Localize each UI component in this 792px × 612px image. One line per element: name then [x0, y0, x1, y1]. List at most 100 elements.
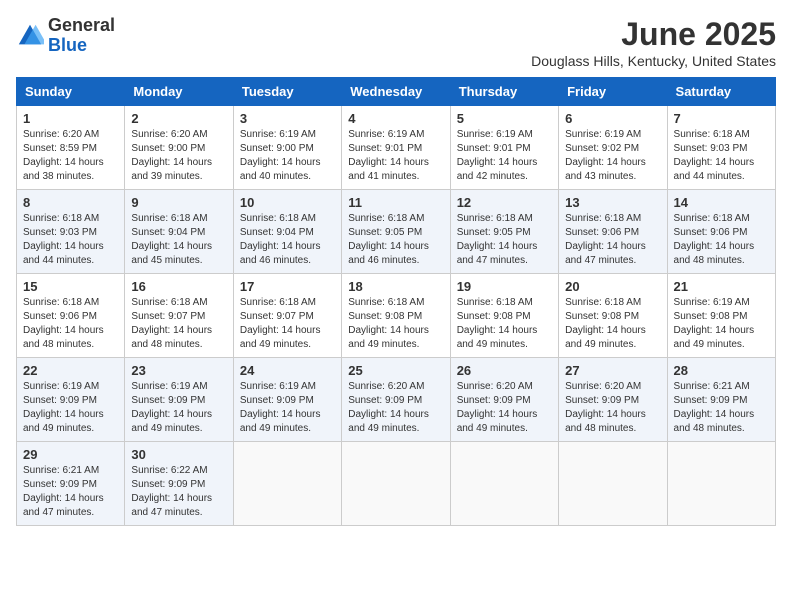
calendar-cell: 15 Sunrise: 6:18 AM Sunset: 9:06 PM Dayli… [17, 274, 125, 358]
day-number: 26 [457, 363, 552, 378]
day-number: 25 [348, 363, 443, 378]
calendar-cell: 17 Sunrise: 6:18 AM Sunset: 9:07 PM Dayli… [233, 274, 341, 358]
calendar-cell: 18Sunrise: 6:18 AM Sunset: 9:08 PM Dayli… [342, 274, 450, 358]
day-number: 8 [23, 195, 118, 210]
day-info: Sunrise: 6:19 AM Sunset: 9:08 PM Dayligh… [674, 296, 769, 352]
day-info: Sunrise: 6:18 AM Sunset: 9:07 PM Dayligh… [131, 296, 226, 352]
day-info: Sunrise: 6:20 AM Sunset: 9:09 PM Dayligh… [565, 380, 660, 436]
day-number: 27 [565, 363, 660, 378]
day-info: Sunrise: 6:20 AM Sunset: 9:00 PM Dayligh… [131, 128, 226, 184]
day-number: 5 [457, 111, 552, 126]
day-info: Sunrise: 6:18 AM Sunset: 9:03 PM Dayligh… [23, 212, 118, 268]
calendar-cell: 6 Sunrise: 6:19 AM Sunset: 9:02 PM Daylig… [559, 106, 667, 190]
day-number: 7 [674, 111, 769, 126]
calendar-cell: 23 Sunrise: 6:19 AM Sunset: 9:09 PM Dayli… [125, 358, 233, 442]
calendar-cell: 5 Sunrise: 6:19 AM Sunset: 9:01 PM Daylig… [450, 106, 558, 190]
calendar-cell: 2 Sunrise: 6:20 AM Sunset: 9:00 PM Daylig… [125, 106, 233, 190]
calendar-cell: 12 Sunrise: 6:18 AM Sunset: 9:05 PM Dayli… [450, 190, 558, 274]
calendar-cell: 19 Sunrise: 6:18 AM Sunset: 9:08 PM Dayli… [450, 274, 558, 358]
day-info: Sunrise: 6:19 AM Sunset: 9:09 PM Dayligh… [240, 380, 335, 436]
day-number: 30 [131, 447, 226, 462]
day-number: 9 [131, 195, 226, 210]
logo-text: General Blue [48, 16, 115, 56]
calendar-cell: 21Sunrise: 6:19 AM Sunset: 9:08 PM Dayli… [667, 274, 775, 358]
logo: General Blue [16, 16, 115, 56]
day-info: Sunrise: 6:20 AM Sunset: 9:09 PM Dayligh… [348, 380, 443, 436]
calendar-cell [667, 442, 775, 526]
calendar-cell: 26 Sunrise: 6:20 AM Sunset: 9:09 PM Dayli… [450, 358, 558, 442]
day-info: Sunrise: 6:18 AM Sunset: 9:06 PM Dayligh… [674, 212, 769, 268]
calendar-cell: 22 Sunrise: 6:19 AM Sunset: 9:09 PM Dayli… [17, 358, 125, 442]
day-number: 28 [674, 363, 769, 378]
calendar-cell [233, 442, 341, 526]
calendar-table: SundayMondayTuesdayWednesdayThursdayFrid… [16, 77, 776, 526]
day-info: Sunrise: 6:18 AM Sunset: 9:03 PM Dayligh… [674, 128, 769, 184]
day-info: Sunrise: 6:22 AM Sunset: 9:09 PM Dayligh… [131, 464, 226, 520]
day-of-week-header: Thursday [450, 78, 558, 106]
day-info: Sunrise: 6:18 AM Sunset: 9:06 PM Dayligh… [565, 212, 660, 268]
day-of-week-header: Tuesday [233, 78, 341, 106]
day-number: 1 [23, 111, 118, 126]
calendar-cell: 13 Sunrise: 6:18 AM Sunset: 9:06 PM Dayli… [559, 190, 667, 274]
day-number: 3 [240, 111, 335, 126]
day-of-week-header: Sunday [17, 78, 125, 106]
calendar-cell: 14 Sunrise: 6:18 AM Sunset: 9:06 PM Dayli… [667, 190, 775, 274]
calendar-week-row: 22 Sunrise: 6:19 AM Sunset: 9:09 PM Dayli… [17, 358, 776, 442]
calendar-cell: 20Sunrise: 6:18 AM Sunset: 9:08 PM Dayli… [559, 274, 667, 358]
day-info: Sunrise: 6:18 AM Sunset: 9:08 PM Dayligh… [457, 296, 552, 352]
day-number: 15 [23, 279, 118, 294]
day-info: Sunrise: 6:18 AM Sunset: 9:05 PM Dayligh… [348, 212, 443, 268]
calendar-cell: 30 Sunrise: 6:22 AM Sunset: 9:09 PM Dayli… [125, 442, 233, 526]
calendar-cell [342, 442, 450, 526]
day-number: 12 [457, 195, 552, 210]
day-number: 24 [240, 363, 335, 378]
calendar-cell: 8 Sunrise: 6:18 AM Sunset: 9:03 PM Daylig… [17, 190, 125, 274]
calendar-week-row: 8 Sunrise: 6:18 AM Sunset: 9:03 PM Daylig… [17, 190, 776, 274]
day-of-week-header: Monday [125, 78, 233, 106]
calendar-cell: 27 Sunrise: 6:20 AM Sunset: 9:09 PM Dayli… [559, 358, 667, 442]
calendar-cell: 25 Sunrise: 6:20 AM Sunset: 9:09 PM Dayli… [342, 358, 450, 442]
day-number: 6 [565, 111, 660, 126]
calendar-header-row: SundayMondayTuesdayWednesdayThursdayFrid… [17, 78, 776, 106]
day-number: 10 [240, 195, 335, 210]
day-number: 16 [131, 279, 226, 294]
calendar-cell: 28Sunrise: 6:21 AM Sunset: 9:09 PM Dayli… [667, 358, 775, 442]
calendar-cell: 11 Sunrise: 6:18 AM Sunset: 9:05 PM Dayli… [342, 190, 450, 274]
day-number: 14 [674, 195, 769, 210]
calendar-subtitle: Douglass Hills, Kentucky, United States [531, 53, 776, 69]
calendar-cell: 1 Sunrise: 6:20 AM Sunset: 8:59 PM Daylig… [17, 106, 125, 190]
day-info: Sunrise: 6:18 AM Sunset: 9:08 PM Dayligh… [565, 296, 660, 352]
day-number: 11 [348, 195, 443, 210]
calendar-week-row: 15 Sunrise: 6:18 AM Sunset: 9:06 PM Dayli… [17, 274, 776, 358]
day-number: 22 [23, 363, 118, 378]
calendar-cell: 4 Sunrise: 6:19 AM Sunset: 9:01 PM Daylig… [342, 106, 450, 190]
day-info: Sunrise: 6:19 AM Sunset: 9:09 PM Dayligh… [23, 380, 118, 436]
title-area: June 2025 Douglass Hills, Kentucky, Unit… [531, 16, 776, 69]
day-info: Sunrise: 6:20 AM Sunset: 9:09 PM Dayligh… [457, 380, 552, 436]
calendar-cell: 9 Sunrise: 6:18 AM Sunset: 9:04 PM Daylig… [125, 190, 233, 274]
day-info: Sunrise: 6:18 AM Sunset: 9:06 PM Dayligh… [23, 296, 118, 352]
logo-icon [16, 22, 44, 50]
day-number: 19 [457, 279, 552, 294]
day-info: Sunrise: 6:18 AM Sunset: 9:08 PM Dayligh… [348, 296, 443, 352]
day-info: Sunrise: 6:18 AM Sunset: 9:05 PM Dayligh… [457, 212, 552, 268]
day-of-week-header: Wednesday [342, 78, 450, 106]
day-number: 4 [348, 111, 443, 126]
calendar-cell [450, 442, 558, 526]
day-info: Sunrise: 6:19 AM Sunset: 9:09 PM Dayligh… [131, 380, 226, 436]
day-number: 17 [240, 279, 335, 294]
day-info: Sunrise: 6:19 AM Sunset: 9:01 PM Dayligh… [348, 128, 443, 184]
day-info: Sunrise: 6:19 AM Sunset: 9:02 PM Dayligh… [565, 128, 660, 184]
day-info: Sunrise: 6:18 AM Sunset: 9:04 PM Dayligh… [131, 212, 226, 268]
calendar-cell: 3Sunrise: 6:19 AM Sunset: 9:00 PM Daylig… [233, 106, 341, 190]
day-number: 2 [131, 111, 226, 126]
day-info: Sunrise: 6:19 AM Sunset: 9:01 PM Dayligh… [457, 128, 552, 184]
day-info: Sunrise: 6:18 AM Sunset: 9:07 PM Dayligh… [240, 296, 335, 352]
calendar-cell: 24 Sunrise: 6:19 AM Sunset: 9:09 PM Dayli… [233, 358, 341, 442]
day-info: Sunrise: 6:20 AM Sunset: 8:59 PM Dayligh… [23, 128, 118, 184]
calendar-cell: 29Sunrise: 6:21 AM Sunset: 9:09 PM Dayli… [17, 442, 125, 526]
day-number: 13 [565, 195, 660, 210]
logo-blue: Blue [48, 36, 115, 56]
day-number: 23 [131, 363, 226, 378]
day-info: Sunrise: 6:18 AM Sunset: 9:04 PM Dayligh… [240, 212, 335, 268]
